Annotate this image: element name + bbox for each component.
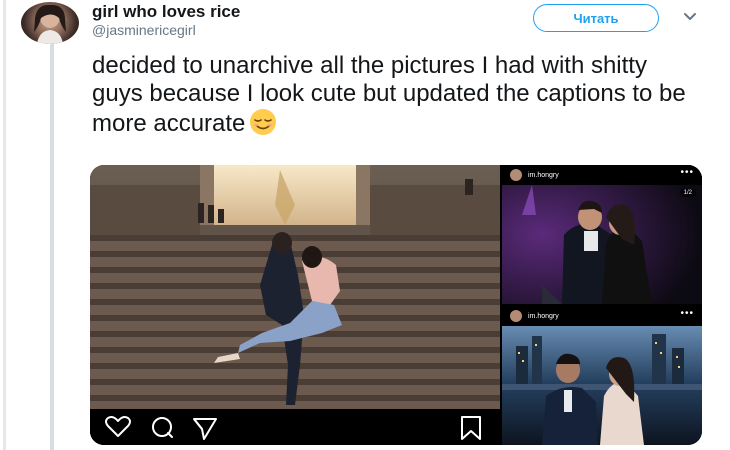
- avatar-image: [34, 4, 66, 44]
- mini-avatar: [510, 310, 522, 322]
- photo-party-image: [502, 165, 702, 304]
- comment-icon[interactable]: [152, 417, 173, 438]
- left-border: [0, 0, 10, 450]
- instagram-actions: [105, 416, 481, 440]
- instagram-post-header: im.hongry •••: [502, 306, 702, 326]
- relieved-face-emoji: [250, 109, 277, 135]
- more-options-icon[interactable]: •••: [680, 167, 694, 178]
- chevron-down-icon[interactable]: [683, 10, 697, 24]
- thread-line: [50, 44, 54, 450]
- photo-museum-steps-image: [90, 165, 500, 445]
- photo-museum-steps[interactable]: [90, 165, 500, 445]
- photo-party[interactable]: im.hongry ••• 1/2: [502, 165, 702, 304]
- photo-counter: 1/2: [679, 189, 696, 197]
- photo-city-night[interactable]: im.hongry •••: [502, 306, 702, 445]
- share-icon[interactable]: [193, 418, 217, 440]
- display-name[interactable]: girl who loves rice: [92, 2, 240, 22]
- avatar[interactable]: [21, 2, 79, 44]
- tweet-body: decided to unarchive all the pictures I …: [92, 52, 686, 137]
- follow-button[interactable]: Читать: [533, 4, 659, 32]
- mini-avatar: [510, 169, 522, 181]
- media-grid[interactable]: im.hongry ••• 1/2 im.hongry •••: [90, 165, 702, 445]
- tweet-text: decided to unarchive all the pictures I …: [92, 52, 702, 138]
- instagram-post-header: im.hongry •••: [502, 165, 702, 185]
- instagram-action-bar: [90, 409, 500, 445]
- photo-city-night-image: [502, 306, 702, 445]
- bookmark-icon[interactable]: [461, 416, 481, 440]
- instagram-username[interactable]: im.hongry: [528, 172, 559, 179]
- heart-icon[interactable]: [105, 416, 131, 437]
- more-options-icon[interactable]: •••: [680, 308, 694, 319]
- instagram-username[interactable]: im.hongry: [528, 313, 559, 320]
- handle[interactable]: @jasminericegirl: [92, 22, 196, 38]
